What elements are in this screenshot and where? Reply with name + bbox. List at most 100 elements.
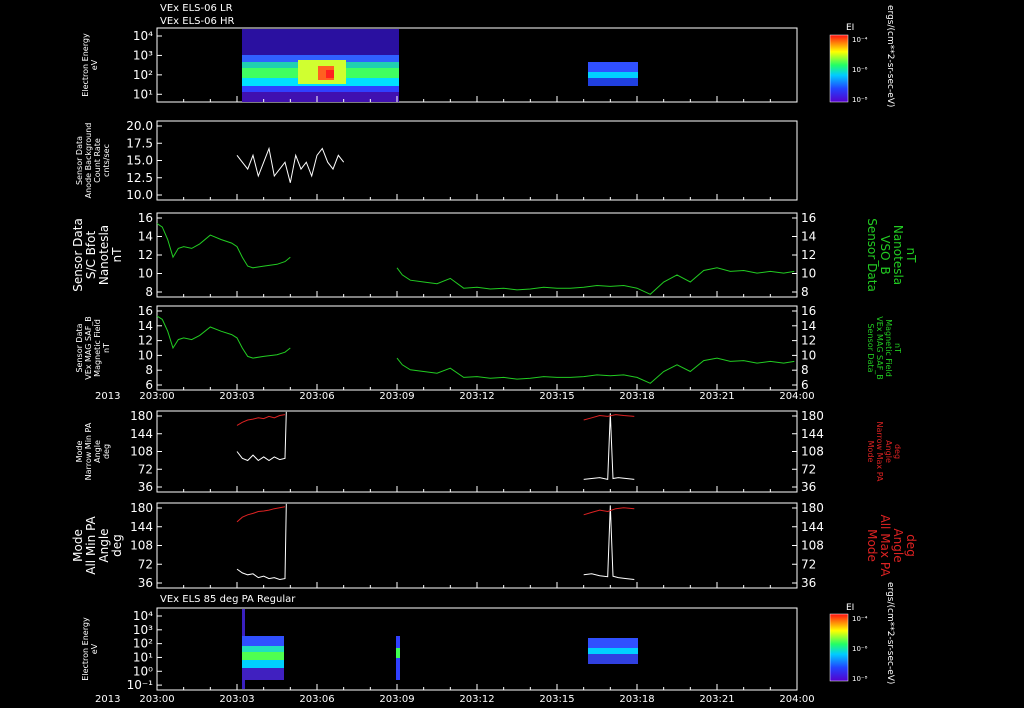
colorbar-top-unit: ergs/(cm**2-sr-sec-eV): [885, 5, 895, 107]
y2-tick-label-p6-4: 36: [801, 576, 816, 590]
colorbar-top-label-1: 10⁻⁴: [852, 36, 868, 44]
y-tick-label-p4-1: 14: [138, 319, 153, 333]
y-tick-label-p7-0: 10⁴: [133, 609, 153, 623]
y2-tick-label-p3-1: 14: [801, 230, 816, 244]
y-tick-label-p1-1: 10³: [133, 48, 153, 62]
y-axis-label-p4: Sensor DataVEx MAG SAF_BMagnetic FieldnT: [75, 316, 111, 380]
series-line-p3-0: [156, 223, 291, 269]
y-tick-label-p1-3: 10¹: [133, 87, 153, 101]
y-tick-label-p3-4: 8: [145, 285, 153, 299]
y2-tick-label-p4-3: 10: [801, 348, 816, 362]
y-tick-label-p3-3: 10: [138, 267, 153, 281]
y-axis-label-p2: Sensor DataAnode BackgroundCount Ratecnt…: [75, 123, 111, 199]
time-tick-bottom-8: 204:00: [779, 694, 814, 705]
series-line-p6-1: [236, 506, 286, 523]
year-label-mid: 2013: [95, 391, 120, 402]
series-line-p5-0: [236, 411, 287, 462]
colorbar-bottom-label-1: 10⁻⁴: [852, 615, 868, 623]
y-tick-label-p3-2: 12: [138, 248, 153, 262]
y-tick-label-p5-0: 180: [130, 409, 153, 423]
y2-tick-label-p3-4: 8: [801, 285, 809, 299]
y-tick-label-p7-3: 10¹: [133, 650, 153, 664]
y-axis-label-p7: Electron EnergyeV: [81, 617, 99, 681]
series-line-p5-2: [583, 413, 635, 481]
y-tick-label-p2-0: 20.0: [126, 119, 153, 133]
time-tick-mid-0: 203:00: [139, 391, 174, 402]
series-line-p2-0: [236, 146, 345, 183]
y-axis-label-p5: ModeNarrow Min PAAngledeg: [75, 422, 111, 480]
y-tick-label-p4-3: 10: [138, 348, 153, 362]
time-tick-mid-2: 203:06: [299, 391, 334, 402]
y-tick-label-p2-1: 17.5: [126, 136, 153, 150]
series-line-p6-2: [583, 505, 635, 580]
colorbar-top-label-2: 10⁻⁶: [852, 66, 868, 74]
y-tick-label-p3-0: 16: [138, 211, 153, 225]
y2-tick-label-p6-2: 108: [801, 539, 824, 553]
y2-axis-label-p6: ModeAll Max PAAngledeg: [865, 515, 918, 578]
y2-tick-label-p4-5: 6: [801, 378, 809, 392]
y2-tick-label-p3-3: 10: [801, 267, 816, 281]
y-tick-label-p1-0: 10⁴: [133, 29, 153, 43]
panel2-frame: [156, 120, 798, 201]
y2-tick-label-p3-2: 12: [801, 248, 816, 262]
series-line-p6-3: [583, 507, 635, 516]
y2-axis-label-p5: ModeNarrow Max PAAngledeg: [866, 422, 902, 483]
time-tick-bottom-5: 203:15: [539, 694, 574, 705]
time-tick-mid-5: 203:15: [539, 391, 574, 402]
time-tick-bottom-4: 203:12: [459, 694, 494, 705]
colorbar-bottom-label-2: 10⁻⁶: [852, 645, 868, 653]
year-label-bottom: 2013: [95, 694, 120, 705]
panel4-frame: [156, 305, 798, 391]
y-tick-label-p6-2: 108: [130, 539, 153, 553]
time-tick-mid-8: 204:00: [779, 391, 814, 402]
bottom-title: VEx ELS 85 deg PA Regular: [160, 594, 296, 605]
colorbar-bottom: [829, 613, 849, 682]
y-tick-label-p5-1: 144: [130, 427, 153, 441]
y2-axis-label-p4: Sensor DataVEx MAG SAF_BMagnetic FieldnT: [866, 316, 902, 380]
y-tick-label-p6-4: 36: [138, 576, 153, 590]
series-line-p5-3: [583, 414, 635, 421]
y-tick-label-p7-2: 10²: [133, 637, 153, 651]
y2-tick-label-p5-0: 180: [801, 409, 824, 423]
time-tick-mid-3: 203:09: [379, 391, 414, 402]
title-line1: VEx ELS-06 LR: [160, 3, 233, 14]
time-tick-bottom-7: 203:21: [699, 694, 734, 705]
y2-tick-label-p6-3: 72: [801, 557, 816, 571]
y2-tick-label-p5-2: 108: [801, 445, 824, 459]
y-axis-label-p3: Sensor DataS/C BfotNanoteslanT: [71, 218, 124, 292]
y2-tick-label-p5-3: 72: [801, 462, 816, 476]
y2-tick-label-p4-2: 12: [801, 334, 816, 348]
time-tick-bottom-2: 203:06: [299, 694, 334, 705]
time-tick-mid-6: 203:18: [619, 391, 654, 402]
series-line-p5-1: [236, 414, 286, 426]
colorbar-bottom-title: EI: [846, 603, 854, 613]
chart-canvas: VEx ELS-06 LR VEx ELS-06 HR VEx ELS 85 d…: [71, 3, 918, 705]
y-tick-label-p5-3: 72: [138, 462, 153, 476]
y-tick-label-p6-0: 180: [130, 501, 153, 515]
series-line-p4-1: [396, 357, 795, 384]
y2-tick-label-p5-4: 36: [801, 480, 816, 494]
y2-tick-label-p6-0: 180: [801, 501, 824, 515]
colorbar-bottom-label-3: 10⁻⁸: [852, 675, 868, 683]
y-axis-label-p6: ModeAll Min PAAngledeg: [71, 515, 124, 574]
y2-tick-label-p4-4: 8: [801, 363, 809, 377]
y-axis-label-p1: Electron EnergyeV: [81, 33, 99, 97]
colorbar-top-label-3: 10⁻⁸: [852, 96, 868, 104]
colorbar-top-title: EI: [846, 23, 854, 33]
time-tick-mid-4: 203:12: [459, 391, 494, 402]
y2-tick-label-p4-1: 14: [801, 319, 816, 333]
y-tick-label-p7-5: 10⁻¹: [127, 678, 154, 692]
y-tick-label-p4-0: 16: [138, 304, 153, 318]
y2-tick-label-p4-0: 16: [801, 304, 816, 318]
series-line-p6-0: [236, 503, 287, 581]
y2-tick-label-p3-0: 16: [801, 211, 816, 225]
y2-tick-label-p6-1: 144: [801, 520, 824, 534]
colorbar-bottom-unit: ergs/(cm**2-sr-sec-eV): [885, 582, 895, 684]
y-tick-label-p6-3: 72: [138, 557, 153, 571]
time-tick-bottom-0: 203:00: [139, 694, 174, 705]
y2-axis-label-p3: Sensor DataVSO_BNanoteslanT: [865, 218, 918, 292]
y-tick-label-p2-2: 15.0: [126, 154, 153, 168]
y-tick-label-p4-5: 6: [145, 378, 153, 392]
y-tick-label-p5-4: 36: [138, 480, 153, 494]
y-tick-label-p3-1: 14: [138, 230, 153, 244]
